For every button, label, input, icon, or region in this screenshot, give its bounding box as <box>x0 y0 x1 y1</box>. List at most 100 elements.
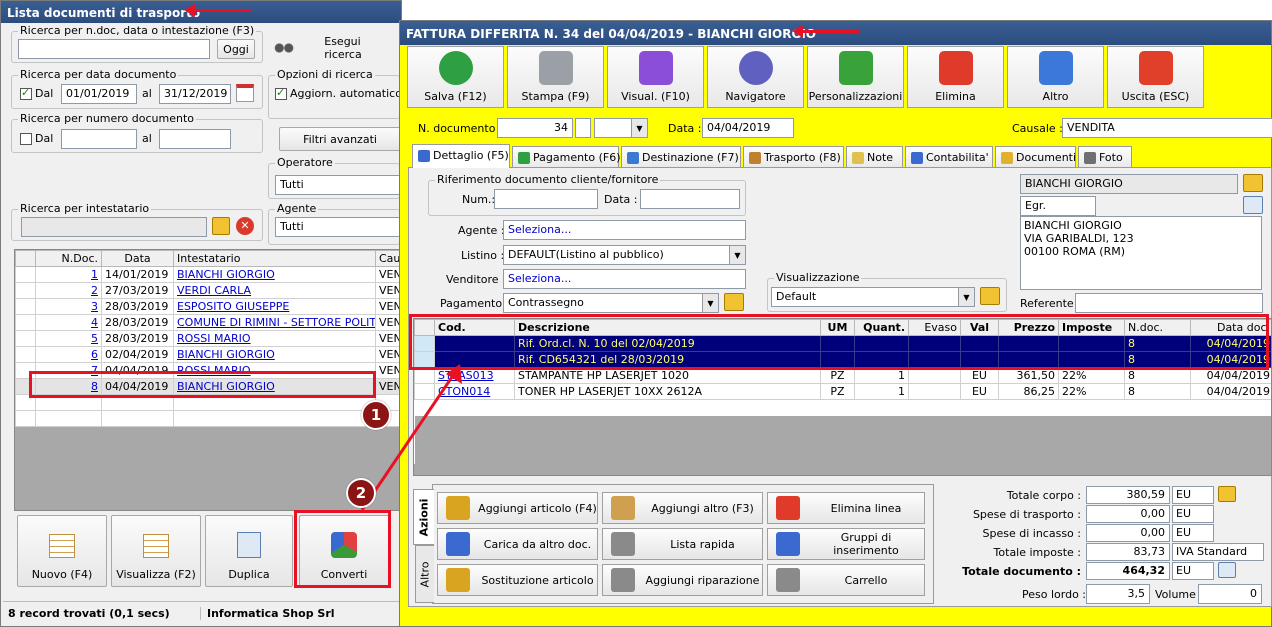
search-person-icon[interactable] <box>1243 196 1263 214</box>
intestatario-input[interactable] <box>21 217 207 237</box>
cell-n[interactable]: 2 <box>35 282 102 299</box>
auto-check-icon <box>275 86 287 100</box>
ndoc-series-select[interactable]: ▼ <box>594 118 648 138</box>
venditore-input[interactable]: Seleziona... <box>503 269 746 289</box>
operatore-select[interactable]: Tutti <box>275 175 401 195</box>
folder-icon[interactable] <box>212 217 230 235</box>
num-to-input[interactable] <box>159 129 231 149</box>
table-row[interactable]: 4 28/03/2019 COMUNE DI RIMINI - SETTORE PO… <box>15 314 403 331</box>
tab-pagamento[interactable]: Pagamento (F6) <box>512 146 621 168</box>
duplica-button[interactable]: Duplica <box>205 515 293 587</box>
volume-input[interactable]: 0 <box>1198 584 1262 604</box>
cell-n[interactable]: 6 <box>35 346 102 363</box>
tab-dettaglio[interactable]: Dettaglio (F5) <box>412 144 510 168</box>
toolbar-label: Stampa (F9) <box>521 90 590 103</box>
cell-name[interactable]: ESPOSITO GIUSEPPE <box>173 298 376 315</box>
num-dal-checkbox[interactable]: Dal <box>20 132 53 145</box>
table-row[interactable]: 328/03/2019ESPOSITO GIUSEPPEVEND <box>15 298 403 315</box>
folder-icon[interactable] <box>724 293 744 311</box>
folder-icon[interactable] <box>980 287 1000 305</box>
visualizza-button[interactable]: Visualizza (F2) <box>111 515 201 587</box>
date-dal-checkbox[interactable]: Dal <box>20 86 53 100</box>
ndoc-suffix[interactable] <box>575 118 591 138</box>
cell-n[interactable]: 3 <box>35 298 102 315</box>
tab-note[interactable]: Note <box>846 146 903 168</box>
empty-cell <box>998 399 1059 416</box>
print-button[interactable]: Stampa (F9) <box>507 46 604 108</box>
table-row[interactable]: 602/04/2019BIANCHI GIORGIOVEND <box>15 346 403 363</box>
folder-icon[interactable] <box>1243 174 1263 192</box>
arrow-right-title <box>792 25 860 38</box>
date-input[interactable]: 04/04/2019 <box>702 118 794 138</box>
rif-num-input[interactable] <box>494 189 598 209</box>
agente-input[interactable]: Seleziona... <box>503 220 746 240</box>
clear-icon[interactable]: ✕ <box>236 217 254 235</box>
replace-article-button[interactable]: Sostituzione articolo <box>437 564 598 596</box>
tab-label: Destinazione (F7) <box>642 151 739 164</box>
tab-foto[interactable]: Foto <box>1078 146 1132 168</box>
referente-input[interactable] <box>1075 293 1263 313</box>
advanced-filters-button[interactable]: Filtri avanzati <box>279 127 401 151</box>
navigator-button[interactable]: Navigatore <box>707 46 804 108</box>
col-intestatario[interactable]: Intestatario <box>173 250 376 267</box>
col-ndoc[interactable]: N.Doc. <box>35 250 102 267</box>
exec-search-button[interactable]: Esegui ricerca <box>269 35 399 61</box>
listino-value: DEFAULT(Listino al pubblico) <box>508 248 664 261</box>
oggi-button[interactable]: Oggi <box>217 39 255 59</box>
view-button[interactable]: Visual. (F10) <box>607 46 704 108</box>
table-row[interactable]: 528/03/2019ROSSI MARIOVEND <box>15 330 403 347</box>
exit-button[interactable]: Uscita (ESC) <box>1107 46 1204 108</box>
delete-button[interactable]: Elimina <box>907 46 1004 108</box>
calendar-icon[interactable] <box>236 84 254 102</box>
cell-name[interactable]: BIANCHI GIORGIO <box>173 266 376 283</box>
nuovo-button[interactable]: Nuovo (F4) <box>17 515 107 587</box>
search-doc-input[interactable] <box>18 39 210 59</box>
cell-name[interactable]: ROSSI MARIO <box>173 330 376 347</box>
table-row[interactable]: 114/01/2019BIANCHI GIORGIOVEND <box>15 266 403 283</box>
tab-destinazione[interactable]: Destinazione (F7) <box>621 146 741 168</box>
cell-n[interactable]: 5 <box>35 330 102 347</box>
total-label: Totale imposte : <box>993 546 1081 559</box>
cell-name[interactable]: BIANCHI GIORGIO <box>173 346 376 363</box>
delete-line-button[interactable]: Elimina linea <box>767 492 925 524</box>
add-repair-button[interactable]: Aggiungi riparazione <box>602 564 763 596</box>
auto-update-checkbox[interactable]: Aggiorn. automatico <box>275 86 402 100</box>
tab-altro[interactable]: Altro <box>415 545 434 603</box>
date-from-input[interactable]: 01/01/2019 <box>61 84 137 104</box>
customize-button[interactable]: Personalizzazioni <box>807 46 904 108</box>
num-from-input[interactable] <box>61 129 137 149</box>
folder-icon[interactable] <box>1218 486 1236 502</box>
table-row[interactable]: 227/03/2019VERDI CARLAVEND <box>15 282 403 299</box>
calculator-icon[interactable] <box>1218 562 1236 578</box>
cell-n[interactable]: 4 <box>35 314 102 331</box>
venditore-label: Venditore : <box>446 273 506 286</box>
tab-contabilita[interactable]: Contabilita' <box>905 146 993 168</box>
rif-date-input[interactable] <box>640 189 740 209</box>
quick-list-button[interactable]: Lista rapida <box>602 528 763 560</box>
listino-select[interactable]: DEFAULT(Listino al pubblico) ▼ <box>503 245 746 265</box>
cell-name[interactable]: COMUNE DI RIMINI - SETTORE POLIT… <box>173 314 376 331</box>
more-button[interactable]: Altro <box>1007 46 1104 108</box>
tab-trasporto[interactable]: Trasporto (F8) <box>743 146 844 168</box>
visual-select[interactable]: Default ▼ <box>771 287 975 307</box>
customer-name[interactable]: BIANCHI GIORGIO <box>1020 174 1238 194</box>
table-row[interactable]: CTON014 TONER HP LASERJET 10XX 2612A PZ 1 EU… <box>414 383 1271 400</box>
tab-documenti[interactable]: Documenti <box>995 146 1076 168</box>
insert-groups-button[interactable]: Gruppi di inserimento <box>767 528 925 560</box>
col-data[interactable]: Data <box>101 250 174 267</box>
pagamento-select[interactable]: Contrassegno ▼ <box>503 293 719 313</box>
ndoc-input[interactable]: 34 <box>497 118 573 138</box>
cell-n[interactable]: 1 <box>35 266 102 283</box>
peso-input[interactable]: 3,5 <box>1086 584 1150 604</box>
causale-select[interactable]: VENDITA <box>1062 118 1272 138</box>
save-button[interactable]: Salva (F12) <box>407 46 504 108</box>
add-other-button[interactable]: Aggiungi altro (F3) <box>602 492 763 524</box>
address-box[interactable]: BIANCHI GIORGIO VIA GARIBALDI, 123 00100… <box>1020 216 1262 290</box>
date-to-input[interactable]: 31/12/2019 <box>159 84 231 104</box>
title-input[interactable]: Egr. <box>1020 196 1096 216</box>
load-doc-button[interactable]: Carica da altro doc. <box>437 528 598 560</box>
cart-button[interactable]: Carrello <box>767 564 925 596</box>
highlight-converti <box>294 510 391 588</box>
agente-select[interactable]: Tutti <box>275 217 401 237</box>
cell-name[interactable]: VERDI CARLA <box>173 282 376 299</box>
